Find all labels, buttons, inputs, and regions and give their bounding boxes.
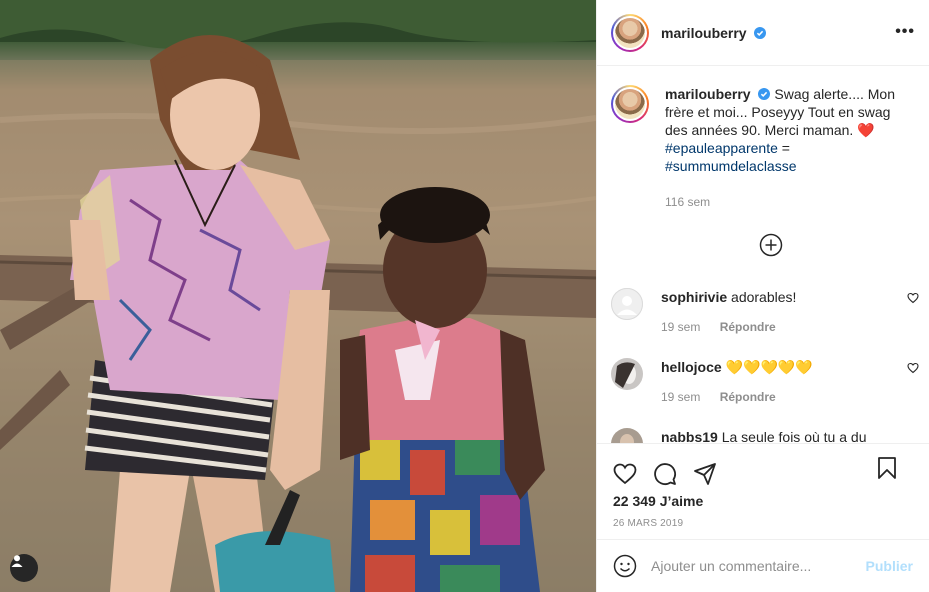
- post-photo[interactable]: [0, 0, 596, 592]
- comment-timestamp[interactable]: 19 sem: [661, 390, 700, 404]
- hashtag-link[interactable]: #epauleapparente: [665, 140, 778, 156]
- caption-timestamp[interactable]: 116 sem: [665, 193, 913, 211]
- comment-timestamp[interactable]: 19 sem: [661, 320, 700, 334]
- verified-badge-icon: [754, 26, 767, 39]
- bookmark-icon[interactable]: [875, 456, 899, 480]
- heart-icon[interactable]: [907, 292, 919, 304]
- comment-text: adorables!: [731, 289, 797, 305]
- person-glyph: [11, 555, 23, 567]
- post-side-panel: marilouberry ••• marilouberry Swag alert…: [596, 0, 929, 592]
- heart-icon[interactable]: [613, 462, 637, 486]
- comment-item: nabbs19 La seule fois où tu a du: [597, 428, 929, 443]
- verified-badge-icon: [758, 88, 771, 100]
- post-caption: marilouberry Swag alerte.... Mon frère e…: [597, 67, 929, 211]
- user-tag-icon[interactable]: [10, 554, 38, 582]
- post-actions: 22 349 J’aime 26 MARS 2019: [597, 443, 929, 539]
- more-horizontal-icon[interactable]: •••: [895, 24, 915, 40]
- comment-text: La seule fois où tu a du: [721, 429, 867, 443]
- emoji-icon[interactable]: [613, 554, 637, 578]
- post-date[interactable]: 26 MARS 2019: [597, 510, 929, 529]
- comment-item: hellojoce 💛💛💛💛💛 19 sem Répondre: [597, 358, 929, 406]
- comments-list[interactable]: marilouberry Swag alerte.... Mon frère e…: [597, 67, 929, 443]
- author-avatar[interactable]: [611, 13, 649, 52]
- plus-circle-icon[interactable]: [759, 233, 783, 257]
- action-bar: [597, 444, 929, 492]
- caption-username[interactable]: marilouberry: [665, 86, 751, 102]
- commenter-username[interactable]: hellojoce: [661, 359, 722, 375]
- commenter-username[interactable]: sophirivie: [661, 289, 727, 305]
- comment-input[interactable]: [651, 558, 858, 574]
- commenter-avatar[interactable]: [611, 358, 643, 390]
- comment-composer: Publier: [597, 539, 929, 592]
- reply-button[interactable]: Répondre: [720, 320, 776, 334]
- paper-plane-icon[interactable]: [693, 462, 717, 486]
- commenter-avatar[interactable]: [611, 428, 643, 443]
- post-header: marilouberry •••: [597, 0, 929, 66]
- reply-button[interactable]: Répondre: [720, 390, 776, 404]
- hashtag-link[interactable]: #summumdelaclasse: [665, 158, 797, 174]
- comment-item: sophirivie adorables! 19 sem Répondre: [597, 288, 929, 336]
- commenter-avatar[interactable]: [611, 288, 643, 320]
- publish-button[interactable]: Publier: [866, 558, 913, 574]
- heart-icon[interactable]: [907, 362, 919, 374]
- comment-bubble-icon[interactable]: [653, 462, 677, 486]
- author-username[interactable]: marilouberry: [661, 25, 767, 41]
- likes-count[interactable]: 22 349 J’aime: [597, 492, 929, 510]
- commenter-username[interactable]: nabbs19: [661, 429, 718, 443]
- photo-illustration: [0, 0, 596, 592]
- caption-avatar[interactable]: [611, 85, 649, 123]
- comment-text: 💛💛💛💛💛: [725, 359, 813, 375]
